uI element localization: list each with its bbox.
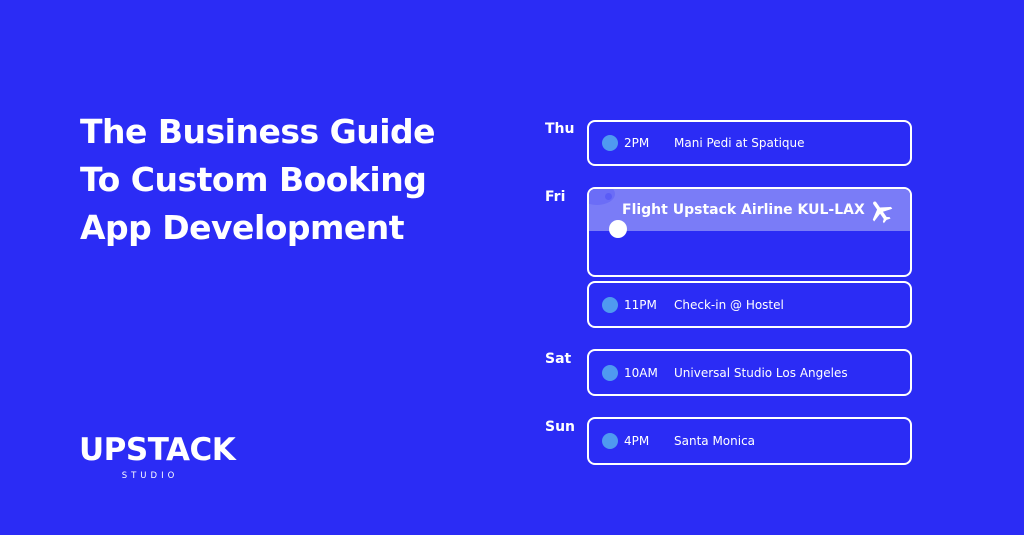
event-dot xyxy=(602,135,618,151)
day-label-fri: Fri xyxy=(545,189,566,205)
event-card-fri[interactable]: 11PM Check-in @ Hostel xyxy=(587,281,912,328)
event-time: 4PM xyxy=(624,434,650,448)
event-title: Check-in @ Hostel xyxy=(674,297,784,312)
event-card-sat[interactable]: 10AM Universal Studio Los Angeles xyxy=(587,349,912,396)
event-card-sun[interactable]: 4PM Santa Monica xyxy=(587,417,912,465)
decorative-circle xyxy=(609,220,627,238)
event-dot xyxy=(602,433,618,449)
flight-title: Flight Upstack Airline KUL-LAX xyxy=(622,202,865,218)
event-time: 2PM xyxy=(624,136,650,150)
event-dot xyxy=(602,364,618,381)
event-time: 11PM xyxy=(624,297,657,312)
day-label-thu: Thu xyxy=(545,121,575,137)
event-time: 10AM xyxy=(624,365,658,380)
airplane-icon xyxy=(872,201,893,224)
event-title: Universal Studio Los Angeles xyxy=(674,365,848,380)
flight-card-header: Flight Upstack Airline KUL-LAX xyxy=(589,189,910,231)
event-dot xyxy=(602,296,618,313)
headline-line-2: To Custom Booking xyxy=(80,160,427,199)
event-title: Mani Pedi at Spatique xyxy=(674,136,805,150)
logo-subtitle: STUDIO xyxy=(121,471,179,481)
event-title: Santa Monica xyxy=(674,434,756,448)
day-label-sat: Sat xyxy=(545,351,572,367)
upstack-logo: UPSTACK STUDIO xyxy=(79,432,236,481)
flight-card[interactable]: Flight Upstack Airline KUL-LAX xyxy=(587,187,912,277)
headline-line-1: The Business Guide xyxy=(80,112,436,151)
day-label-sun: Sun xyxy=(545,419,576,435)
decorative-dot xyxy=(605,193,612,200)
headline: The Business Guide To Custom Booking App… xyxy=(80,108,520,252)
logo-wordmark: UPSTACK xyxy=(79,432,236,468)
event-card-thu[interactable]: 2PM Mani Pedi at Spatique xyxy=(587,120,912,166)
headline-line-3: App Development xyxy=(80,208,405,247)
